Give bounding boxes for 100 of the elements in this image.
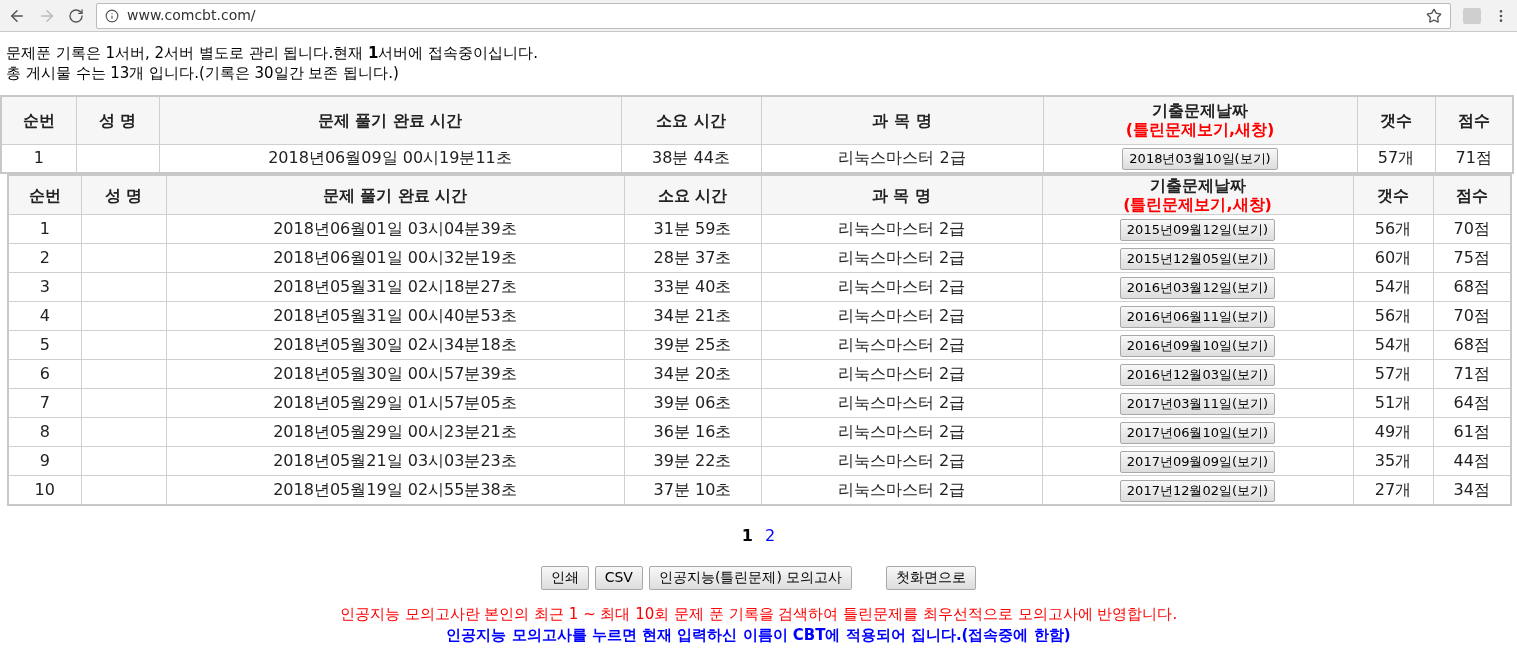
column-header: 순번 [8, 175, 81, 215]
table-cell: 56개 [1374, 219, 1412, 238]
table-cell: 44점 [1453, 451, 1490, 470]
table-cell: 1 [33, 148, 44, 168]
table-cell: 2018년05월30일 02시34분18초 [273, 335, 517, 354]
table-cell: 2018년05월31일 00시40분53초 [273, 306, 517, 325]
table-cell: 리눅스마스터 2급 [837, 335, 966, 354]
table-cell: 31분 59초 [653, 219, 732, 238]
table-cell: 3 [39, 277, 50, 296]
table-cell: 34분 21초 [653, 306, 732, 325]
reload-icon[interactable] [68, 7, 84, 24]
table-cell: 56개 [1374, 306, 1412, 325]
column-header: 순번 [1, 96, 76, 144]
table-cell: 리눅스마스터 2급 [837, 219, 966, 238]
table-cell: 54개 [1374, 335, 1412, 354]
table-cell: 9 [39, 451, 50, 470]
view-exam-button[interactable]: 2016년03월12일(보기) [1119, 276, 1276, 299]
address-bar[interactable]: www.comcbt.com/ [96, 2, 1451, 29]
table-cell: 37분 10초 [653, 479, 732, 499]
table-cell: 33분 40초 [653, 277, 732, 296]
column-header: 문제 풀기 완료 시간 [166, 175, 624, 215]
column-header: 과 목 명 [761, 96, 1043, 144]
table-cell: 54개 [1374, 277, 1412, 296]
column-header: 갯수 [1353, 175, 1433, 215]
view-exam-button[interactable]: 2015년09월12일(보기) [1119, 218, 1276, 241]
column-header: 갯수 [1357, 96, 1435, 144]
table-cell: 7 [39, 393, 50, 412]
table-cell: 75점 [1453, 248, 1490, 267]
view-exam-button[interactable]: 2016년06월11일(보기) [1119, 305, 1276, 328]
table-cell: 49개 [1374, 422, 1412, 441]
table-cell: 2018년05월29일 01시57분05초 [273, 393, 517, 412]
view-exam-button[interactable]: 2016년09월10일(보기) [1119, 334, 1276, 357]
view-exam-button[interactable]: 2017년12월02일(보기) [1119, 479, 1276, 502]
table-cell: 68점 [1453, 277, 1490, 296]
action-button[interactable]: 인공지능(틀린문제) 모의고사 [648, 565, 853, 590]
table-cell: 리눅스마스터 2급 [837, 364, 966, 383]
table-cell: 34점 [1453, 479, 1490, 499]
table-cell: 리눅스마스터 2급 [837, 248, 966, 267]
view-exam-button[interactable]: 2018년03월10일(보기) [1122, 148, 1278, 170]
column-header: 문제 풀기 완료 시간 [159, 96, 621, 144]
table-cell: 2018년05월21일 03시03분23초 [273, 451, 517, 470]
table-cell: 39분 22초 [653, 451, 732, 470]
view-exam-button[interactable]: 2017년06월10일(보기) [1119, 421, 1276, 444]
column-header: 기출문제날짜 (틀린문제보기,새창) [1043, 96, 1357, 144]
table-cell: 2 [39, 248, 50, 267]
info-text: 총 게시물 수는 13개 입니다.(기록은 30일간 보존 됩니다.) [6, 63, 400, 83]
table-cell: 1 [39, 219, 50, 238]
table-cell: 39분 25초 [653, 335, 732, 354]
table-cell: 2018년05월29일 00시23분21초 [273, 422, 517, 441]
table-cell: 리눅스마스터 2급 [837, 479, 966, 499]
table-cell: 2018년06월01일 00시32분19초 [273, 248, 517, 267]
table-cell: 2018년05월31일 02시18분27초 [273, 277, 517, 296]
table-cell: 27개 [1374, 479, 1412, 499]
column-header: 소요 시간 [621, 96, 761, 144]
table-cell: 10 [34, 479, 55, 499]
table-cell: 35개 [1374, 451, 1412, 470]
table-cell: 68점 [1453, 335, 1490, 354]
notice-text: 인공지능 모의고사를 누르면 현재 입력하신 이름이 CBT에 적용되어 집니다.(접속중에 한함) [446, 624, 1071, 646]
view-exam-button[interactable]: 2016년12월03일(보기) [1119, 363, 1276, 386]
table-cell: 36분 16초 [653, 422, 732, 441]
table-cell: 리눅스마스터 2급 [838, 148, 966, 168]
table-cell: 리눅스마스터 2급 [837, 451, 966, 470]
info-text: 문제푼 기록은 1서버, 2서버 별도로 관리 됩니다.현재 1서버에 접속중이십니다. [6, 43, 539, 63]
table-cell: 57개 [1377, 148, 1415, 168]
url-text: www.comcbt.com/ [127, 6, 256, 25]
table-cell: 5 [39, 335, 50, 354]
view-exam-button[interactable]: 2017년09월09일(보기) [1119, 450, 1276, 473]
column-note: (틀린문제보기,새창) [1125, 120, 1275, 140]
table-cell: 2018년06월09일 00시19분11초 [268, 148, 512, 168]
table-cell: 64점 [1453, 393, 1490, 412]
table-cell: 2018년05월30일 00시57분39초 [273, 364, 517, 383]
table-cell: 2018년05월19일 02시55분38초 [273, 479, 517, 499]
table-cell: 리눅스마스터 2급 [837, 277, 966, 296]
table-cell: 57개 [1374, 364, 1412, 383]
action-button[interactable]: CSV [594, 565, 643, 590]
page-link[interactable]: 2 [764, 523, 776, 548]
column-header: 기출문제날짜 (틀린문제보기,새창) [1042, 175, 1353, 215]
table-cell: 34분 20초 [653, 364, 732, 383]
notice-text: 인공지능 모의고사란 본인의 최근 1 ~ 최대 10회 문제 푼 기록을 검색하여 틀린문제를 최우선적으로 모의고사에 반영합니다. [339, 603, 1178, 625]
table-cell: 리눅스마스터 2급 [837, 306, 966, 325]
page-link[interactable]: 1 [741, 523, 753, 548]
action-button[interactable]: 인쇄 [540, 565, 589, 590]
action-button[interactable]: 첫화면으로 [886, 565, 977, 590]
bookmark-star-icon[interactable] [1426, 7, 1442, 24]
column-note: (틀린문제보기,새창) [1123, 195, 1272, 214]
column-header: 성 명 [81, 175, 166, 215]
table-cell: 리눅스마스터 2급 [837, 422, 966, 441]
table-cell: 70점 [1453, 306, 1490, 325]
table-cell: 8 [39, 422, 50, 441]
table-cell: 70점 [1453, 219, 1490, 238]
table-cell: 28분 37초 [653, 248, 732, 267]
table-cell: 4 [39, 306, 50, 325]
view-exam-button[interactable]: 2015년12월05일(보기) [1119, 247, 1276, 270]
view-exam-button[interactable]: 2017년03월11일(보기) [1119, 392, 1276, 415]
table-cell: 6 [39, 364, 50, 383]
table-cell: 71점 [1453, 364, 1490, 383]
table-cell: 39분 06초 [653, 393, 732, 412]
table-cell: 51개 [1374, 393, 1412, 412]
table-cell: 71점 [1455, 148, 1492, 168]
column-header: 성 명 [76, 96, 159, 144]
